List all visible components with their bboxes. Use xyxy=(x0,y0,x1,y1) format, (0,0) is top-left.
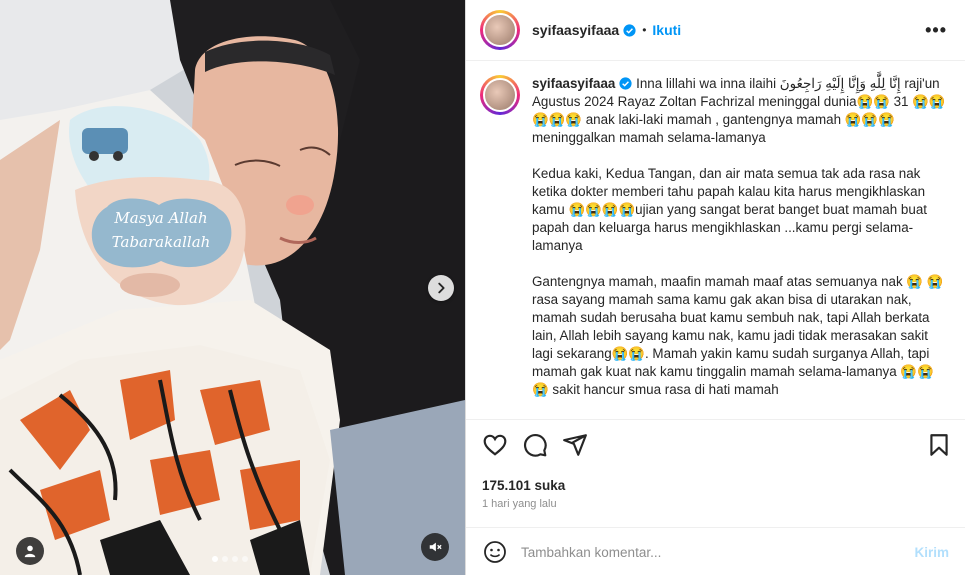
post-header: syifaasyifaaa • Ikuti ••• xyxy=(466,0,965,61)
caption-section: syifaasyifaaa Inna lillahi wa inna ilaih… xyxy=(466,61,965,419)
sticker-line-1: Masya Allah xyxy=(114,209,208,227)
emoji-icon[interactable] xyxy=(483,540,507,564)
separator-dot: • xyxy=(642,23,647,37)
caption-paragraph-1: syifaasyifaaa Inna lillahi wa inna ilaih… xyxy=(532,76,946,145)
mute-button[interactable] xyxy=(421,533,449,561)
carousel-indicator xyxy=(212,556,248,562)
tagged-users-button[interactable] xyxy=(16,537,44,565)
likes-count[interactable]: 175.101 suka xyxy=(482,478,565,493)
more-options-button[interactable]: ••• xyxy=(925,20,947,41)
next-slide-button[interactable] xyxy=(428,275,454,301)
verified-badge-icon xyxy=(619,77,632,90)
speaker-muted-icon xyxy=(429,542,442,552)
caption-paragraph-2: Kedua kaki, Kedua Tangan, dan air mata s… xyxy=(532,166,931,253)
post-photo[interactable]: Masya Allah Tabarakallah xyxy=(0,0,465,575)
sticker-line-2: Tabarakallah xyxy=(111,233,211,251)
carousel-dot xyxy=(212,556,218,562)
post-timestamp[interactable]: 1 hari yang lalu xyxy=(482,498,557,510)
avatar[interactable] xyxy=(480,10,520,50)
carousel-dot xyxy=(232,556,238,562)
comment-icon[interactable] xyxy=(522,432,548,458)
sticker-masya-allah: Masya Allah Tabarakallah xyxy=(87,195,235,271)
save-bookmark-icon[interactable] xyxy=(926,432,952,458)
comment-bar: Kirim xyxy=(466,527,965,576)
comment-input[interactable] xyxy=(519,543,893,561)
caption-username[interactable]: syifaasyifaaa xyxy=(532,76,615,91)
action-bar xyxy=(466,419,965,472)
user-icon xyxy=(24,545,36,558)
caption-paragraph-3: Gantengnya mamah, maafin mamah maaf atas… xyxy=(532,274,944,397)
verified-badge-icon xyxy=(623,23,636,37)
like-heart-icon[interactable] xyxy=(482,432,508,458)
photo-scene xyxy=(0,0,465,575)
caption-text: syifaasyifaaa Inna lillahi wa inna ilaih… xyxy=(532,75,949,417)
chevron-right-icon xyxy=(438,282,445,294)
username-link[interactable]: syifaasyifaaa xyxy=(532,22,619,38)
post-comment-button[interactable]: Kirim xyxy=(914,545,949,560)
follow-button[interactable]: Ikuti xyxy=(652,22,681,38)
carousel-dot xyxy=(222,556,228,562)
caption-avatar[interactable] xyxy=(480,75,520,115)
carousel-dot xyxy=(242,556,248,562)
share-send-icon[interactable] xyxy=(562,432,588,458)
post-side-panel: syifaasyifaaa • Ikuti ••• syifaasyifaaa … xyxy=(465,0,965,575)
